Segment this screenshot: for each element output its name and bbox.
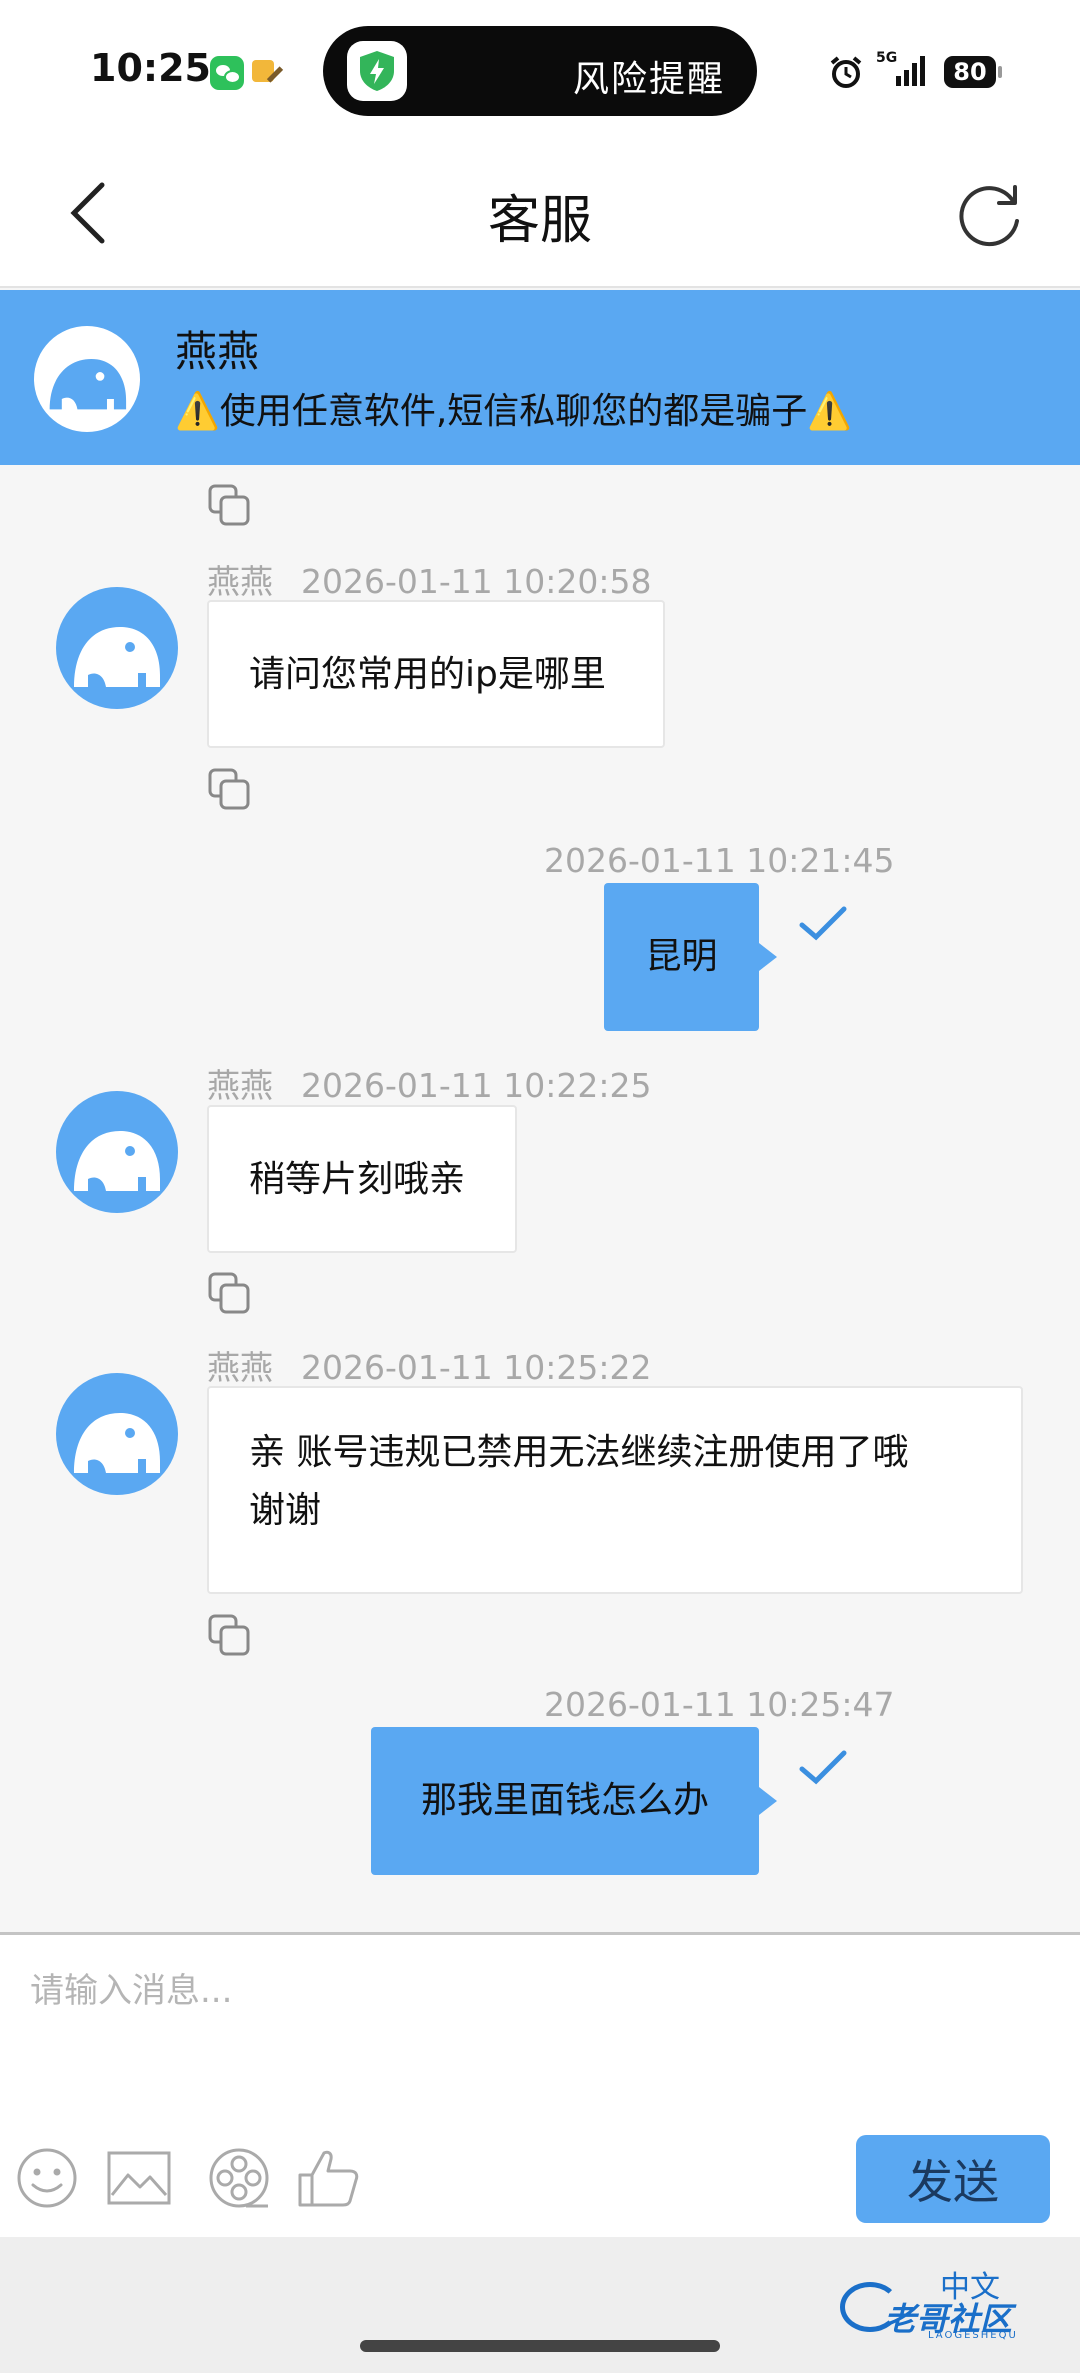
nav-header: 客服 [0,140,1080,288]
read-check-icon [799,906,847,941]
app-icon [252,56,286,90]
watermark-logo: 中文 老哥社区 LAOGESHEQU [840,2262,1070,2342]
read-check-icon [799,1750,847,1785]
sender-name: 燕燕 [207,1348,273,1387]
copy-icon[interactable] [207,483,251,527]
dynamic-island[interactable]: 风险提醒 [323,26,757,116]
message-bubble[interactable]: 请问您常用的ip是哪里 [207,600,665,748]
home-indicator[interactable] [360,2340,720,2352]
signal-icon [896,56,925,86]
message-bubble[interactable]: 那我里面钱怎么办 [371,1727,777,1875]
emoji-icon[interactable] [14,2145,80,2211]
copy-icon[interactable] [207,767,251,811]
risk-alert-text: 风险提醒 [572,59,725,100]
status-time: 10:25 [90,46,211,90]
wechat-icon [210,56,244,90]
refresh-icon [959,185,1019,247]
message-line: 亲 账号违规已禁用无法继续注册使用了哦 [249,1432,909,1473]
message-line: 谢谢 [249,1490,322,1531]
fraud-warning: ⚠️使用任意软件,短信私聊您的都是骗子⚠️ [175,391,853,432]
sender-name: 燕燕 [207,562,273,601]
elephant-avatar-icon[interactable] [56,1373,178,1495]
copy-icon[interactable] [207,1271,251,1315]
message-bubble[interactable]: 亲 账号违规已禁用无法继续注册使用了哦 谢谢 [207,1386,1023,1594]
message-time: 2026-01-11 10:21:45 [544,841,895,880]
message-time: 2026-01-11 10:22:25 [301,1066,652,1105]
message-meta: 燕燕 2026-01-11 10:20:58 [207,555,651,603]
alarm-icon [830,56,862,88]
agent-name: 燕燕 [175,327,260,376]
agent-banner: 燕燕 ⚠️使用任意软件,短信私聊您的都是骗子⚠️ [0,290,1080,465]
message-time: 2026-01-11 10:20:58 [301,562,652,601]
watermark-sub: LAOGESHEQU [928,2330,1018,2341]
message-meta: 燕燕 2026-01-11 10:25:22 [207,1341,651,1389]
message-time: 2026-01-11 10:25:47 [544,1685,895,1724]
video-reel-icon[interactable] [206,2145,272,2211]
refresh-button[interactable] [946,170,1034,258]
message-bubble[interactable]: 稍等片刻哦亲 [207,1105,517,1253]
image-icon[interactable] [106,2145,172,2211]
copy-icon[interactable] [207,1613,251,1657]
elephant-avatar-icon [34,326,140,432]
sender-name: 燕燕 [207,1066,273,1105]
thumbs-up-icon[interactable] [296,2145,362,2211]
send-button[interactable]: 发送 [856,2135,1050,2223]
elephant-avatar-icon[interactable] [56,1091,178,1213]
message-time: 2026-01-11 10:25:22 [301,1348,652,1387]
chat-area[interactable]: 燕燕 2026-01-11 10:20:58 请问您常用的ip是哪里 2026-0… [0,465,1080,1935]
status-bar: 10:25 风险提醒 5G 80 [0,0,1080,140]
message-input[interactable] [30,1963,1050,2073]
page-title: 客服 [487,191,592,251]
message-bubble[interactable]: 昆明 [604,883,777,1031]
message-meta: 燕燕 2026-01-11 10:22:25 [207,1059,651,1107]
elephant-avatar-icon[interactable] [56,587,178,709]
battery-indicator: 80 [944,56,1002,88]
composer: 发送 [0,1932,1080,2237]
shield-icon [347,41,407,101]
